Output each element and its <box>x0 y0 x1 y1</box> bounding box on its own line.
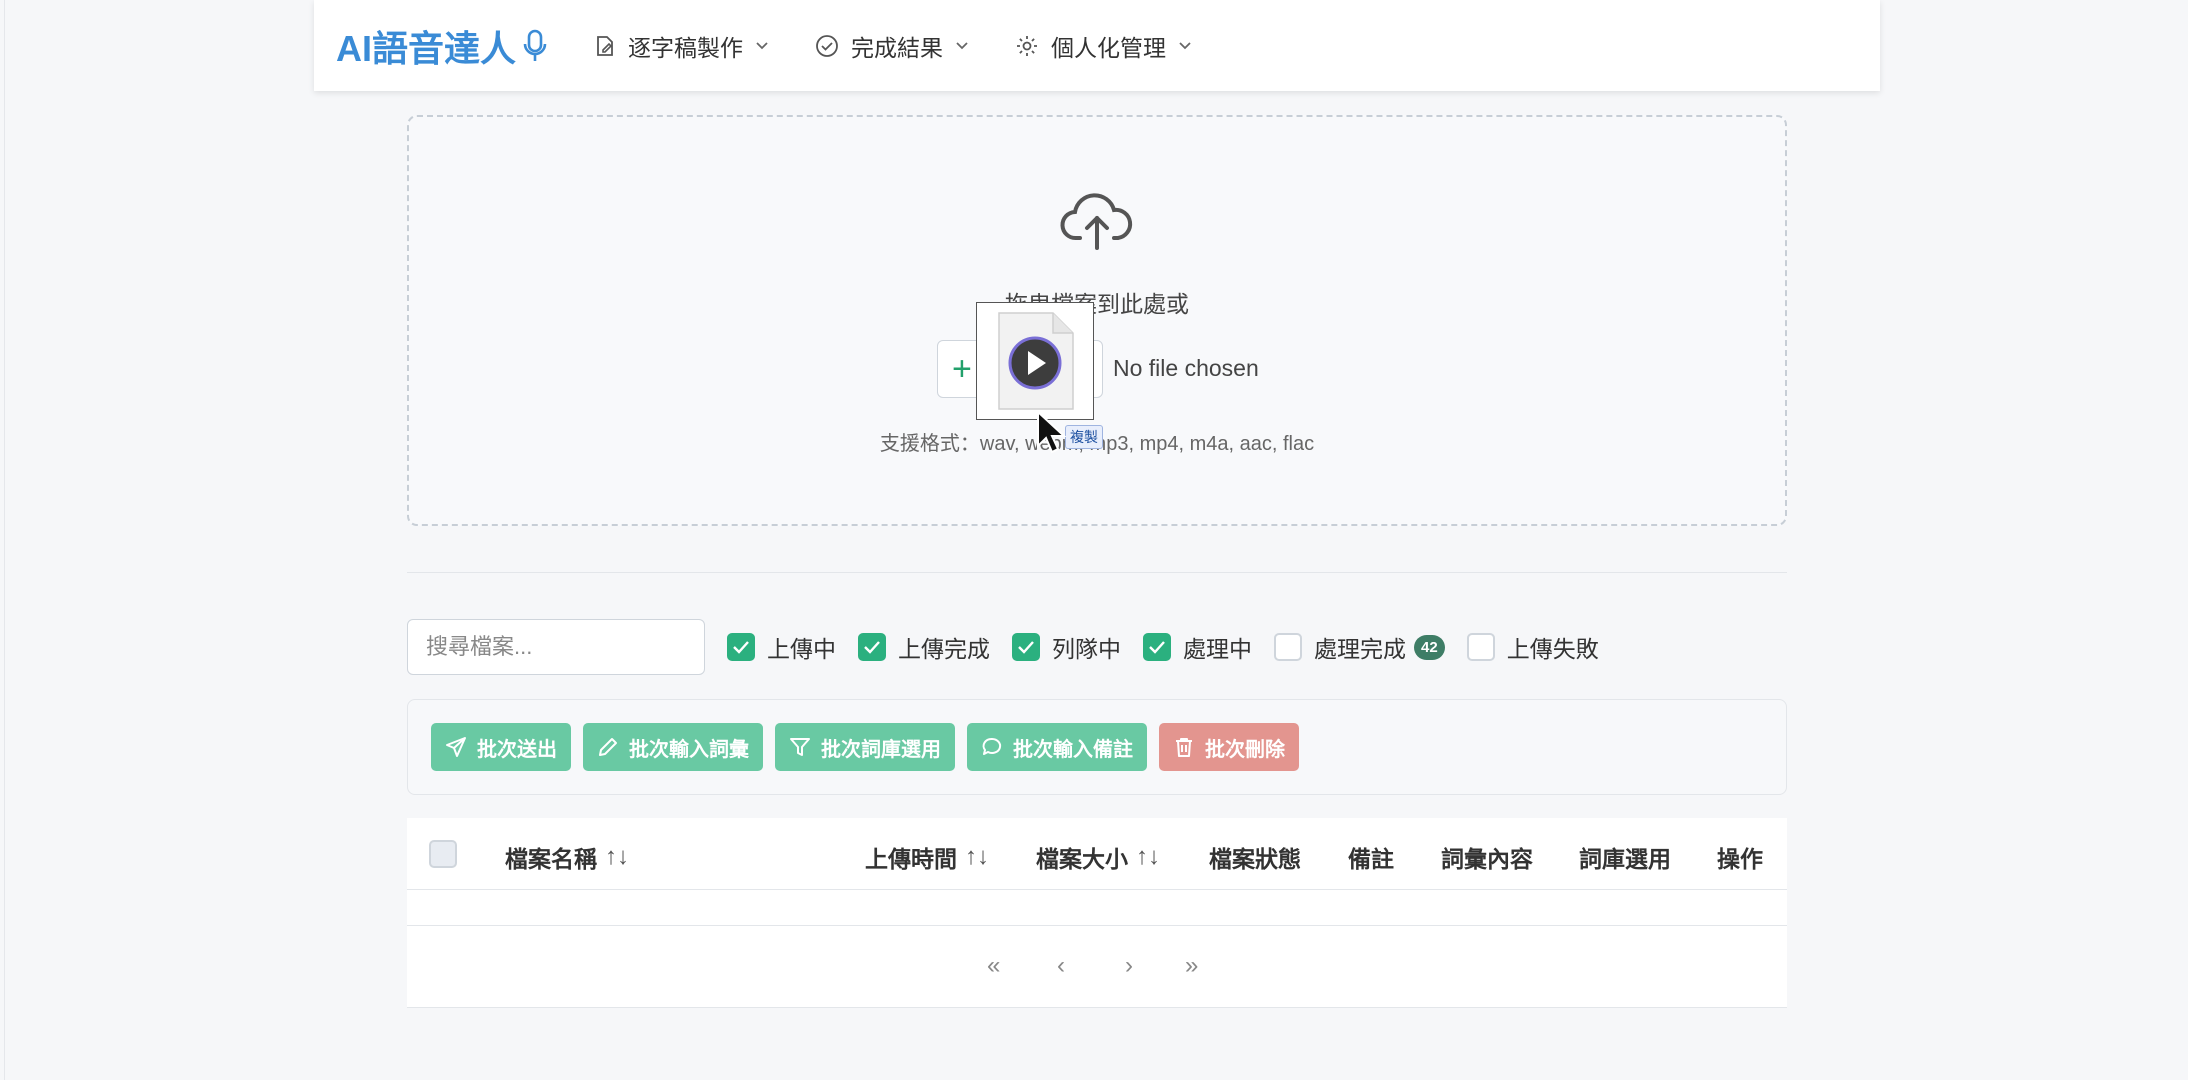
nav-transcript-label: 逐字稿製作 <box>628 34 744 61</box>
filter-label: 上傳中 <box>767 636 836 662</box>
plus-icon: + <box>952 349 972 388</box>
filter-label: 處理中 <box>1183 636 1252 662</box>
column-upload-time[interactable]: 上傳時間 ↑↓ <box>865 840 989 874</box>
column-note: 備註 <box>1348 840 1394 874</box>
first-page-button[interactable]: « <box>987 952 1000 980</box>
filter-upload-failed[interactable]: 上傳失敗 <box>1466 630 1599 664</box>
checkbox-checked[interactable] <box>727 633 755 661</box>
search-input[interactable] <box>407 619 705 675</box>
status-filters: 上傳中 上傳完成 列隊中 處理中 處理完成 42 上傳失敗 <box>727 630 1621 664</box>
prev-page-button[interactable]: ‹ <box>1057 952 1065 980</box>
nav-personalization[interactable]: 個人化管理 <box>1015 29 1192 63</box>
filter-queued[interactable]: 列隊中 <box>1012 630 1121 664</box>
no-file-label: No file chosen <box>1113 355 1259 381</box>
batch-send-label: 批次送出 <box>477 738 557 761</box>
batch-input-vocab-label: 批次輸入詞彙 <box>629 738 749 761</box>
batch-input-note-label: 批次輸入備註 <box>1013 738 1133 761</box>
column-file-status: 檔案狀態 <box>1209 840 1301 874</box>
brand-logo[interactable]: AI語音達人 <box>336 20 548 72</box>
count-badge: 42 <box>1414 634 1445 660</box>
send-icon <box>446 737 466 757</box>
checkbox-checked[interactable] <box>1143 633 1171 661</box>
column-lexicon: 詞庫選用 <box>1579 840 1671 874</box>
table-row <box>407 890 1787 926</box>
select-all-checkbox[interactable] <box>429 840 457 868</box>
section-divider <box>407 572 1787 573</box>
sort-icon: ↑↓ <box>605 843 629 870</box>
filter-label: 處理完成 <box>1314 636 1406 662</box>
filter-processed[interactable]: 處理完成 42 <box>1274 630 1445 664</box>
check-circle-icon <box>815 34 839 58</box>
video-file-icon <box>998 312 1074 410</box>
checkbox-unchecked[interactable] <box>1466 633 1495 661</box>
checkbox-unchecked[interactable] <box>1274 633 1302 661</box>
column-label: 詞彙內容 <box>1441 846 1533 872</box>
checkbox-checked[interactable] <box>858 633 886 661</box>
filter-icon <box>790 738 810 756</box>
chevron-down-icon <box>755 41 769 51</box>
nav-results-label: 完成結果 <box>851 34 944 61</box>
filter-upload-complete[interactable]: 上傳完成 <box>858 630 990 664</box>
filter-label: 列隊中 <box>1052 636 1121 662</box>
filter-label: 上傳完成 <box>898 636 990 662</box>
column-label: 備註 <box>1348 846 1394 872</box>
sort-icon: ↑↓ <box>965 843 989 870</box>
dragged-file-preview <box>976 302 1094 420</box>
chevron-down-icon <box>1178 41 1192 51</box>
nav-transcript[interactable]: 逐字稿製作 <box>594 29 769 63</box>
navbar: AI語音達人 逐字稿製作 完成結果 個人化管理 <box>314 0 1880 91</box>
edit-icon <box>594 35 616 57</box>
file-table: 檔案名稱 ↑↓ 上傳時間 ↑↓ 檔案大小 ↑↓ 檔案狀態 備註 詞彙內容 詞庫選… <box>407 818 1787 1008</box>
pencil-icon <box>599 738 617 756</box>
column-label: 檔案狀態 <box>1209 846 1301 872</box>
pagination: « ‹ › » <box>407 926 1787 1008</box>
checkbox-checked[interactable] <box>1012 633 1040 661</box>
filter-label: 上傳失敗 <box>1506 636 1599 662</box>
column-file-size[interactable]: 檔案大小 ↑↓ <box>1036 840 1160 874</box>
batch-send-button[interactable]: 批次送出 <box>431 723 571 771</box>
next-page-button[interactable]: › <box>1125 952 1133 980</box>
filter-uploading[interactable]: 上傳中 <box>727 630 836 664</box>
copy-badge: 複製 <box>1065 425 1103 449</box>
batch-select-lexicon-button[interactable]: 批次詞庫選用 <box>775 723 955 771</box>
batch-input-vocab-button[interactable]: 批次輸入詞彙 <box>583 723 763 771</box>
nav-personalization-label: 個人化管理 <box>1051 34 1167 61</box>
column-vocab: 詞彙內容 <box>1441 840 1533 874</box>
table-header: 檔案名稱 ↑↓ 上傳時間 ↑↓ 檔案大小 ↑↓ 檔案狀態 備註 詞彙內容 詞庫選… <box>407 818 1787 890</box>
mouse-cursor-icon <box>1037 410 1067 454</box>
brand-text: AI語音達人 <box>336 27 517 69</box>
column-label: 檔案名稱 <box>505 846 597 872</box>
column-label: 上傳時間 <box>865 846 957 872</box>
column-label: 操作 <box>1717 846 1763 872</box>
cloud-upload-icon <box>1060 193 1133 250</box>
sort-icon: ↑↓ <box>1136 843 1160 870</box>
comment-icon <box>982 737 1002 755</box>
last-page-button[interactable]: » <box>1185 952 1198 980</box>
column-label: 檔案大小 <box>1036 846 1128 872</box>
microphone-icon <box>523 29 547 61</box>
drop-instruction: 拖曳檔案到此處或 <box>1005 291 1189 317</box>
column-file-name[interactable]: 檔案名稱 ↑↓ <box>505 840 629 874</box>
batch-select-lexicon-label: 批次詞庫選用 <box>821 738 941 761</box>
batch-delete-button[interactable]: 批次刪除 <box>1159 723 1299 771</box>
column-label: 詞庫選用 <box>1579 846 1671 872</box>
batch-delete-label: 批次刪除 <box>1205 738 1285 761</box>
chevron-down-icon <box>955 41 969 51</box>
trash-icon <box>1176 738 1192 757</box>
column-actions: 操作 <box>1717 840 1763 874</box>
batch-actions-bar: 批次送出 批次輸入詞彙 批次詞庫選用 批次輸入備註 批次刪除 <box>407 699 1787 795</box>
gear-icon <box>1015 34 1039 58</box>
nav-results[interactable]: 完成結果 <box>815 29 969 63</box>
file-dropzone[interactable]: 拖曳檔案到此處或 + No file chosen 支援格式：wav, webm… <box>407 115 1787 526</box>
batch-input-note-button[interactable]: 批次輸入備註 <box>967 723 1147 771</box>
filter-processing[interactable]: 處理中 <box>1143 630 1252 664</box>
